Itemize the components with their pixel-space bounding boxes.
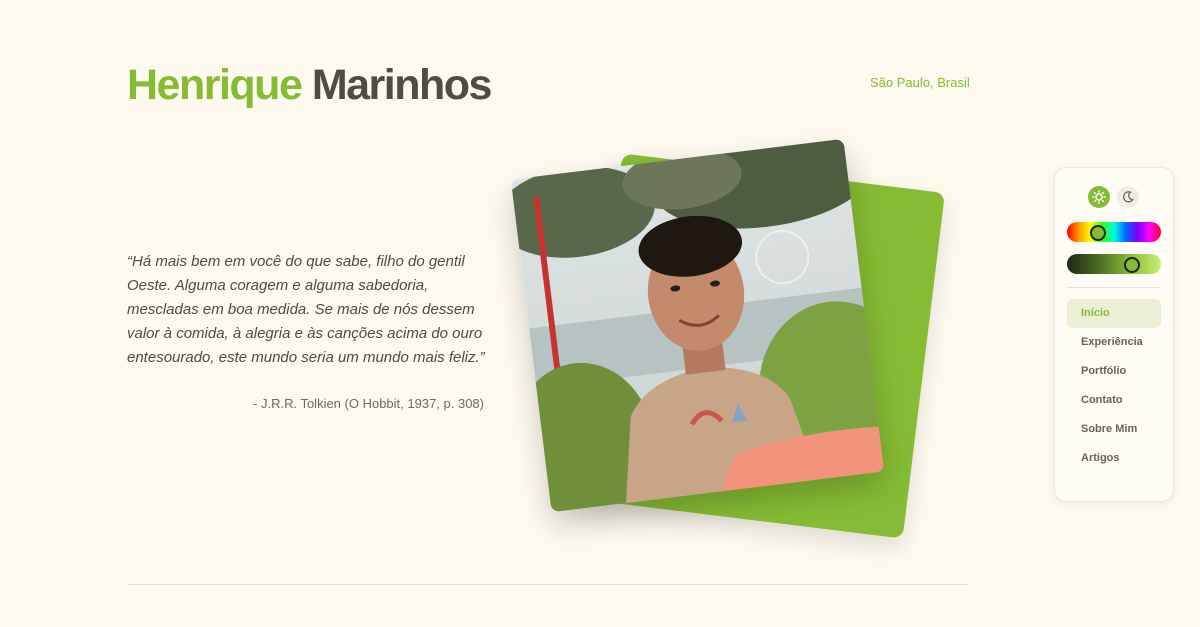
nav-item-artigos[interactable]: Artigos bbox=[1067, 444, 1161, 473]
hue-slider[interactable] bbox=[1067, 222, 1161, 242]
profile-photo bbox=[510, 138, 885, 513]
shade-slider[interactable] bbox=[1067, 254, 1161, 274]
profile-photo-illustration bbox=[510, 138, 885, 513]
hue-slider-handle[interactable] bbox=[1090, 225, 1107, 241]
panel-divider bbox=[1067, 287, 1161, 288]
shade-slider-handle[interactable] bbox=[1123, 257, 1140, 273]
nav-item-sobre-mim[interactable]: Sobre Mim bbox=[1067, 415, 1161, 444]
sun-icon bbox=[1092, 190, 1106, 204]
location-label: São Paulo, Brasil bbox=[870, 75, 970, 90]
dark-theme-button[interactable] bbox=[1117, 186, 1139, 208]
moon-icon bbox=[1122, 191, 1134, 203]
footer-divider bbox=[127, 584, 968, 585]
quote-text: “Há mais bem em você do que sabe, filho … bbox=[127, 253, 485, 366]
nav-item-inicio[interactable]: Início bbox=[1067, 299, 1161, 328]
theme-nav-panel: Início Experiência Portfólio Contato Sob… bbox=[1054, 167, 1174, 502]
nav-item-contato[interactable]: Contato bbox=[1067, 386, 1161, 415]
last-name: Marinhos bbox=[311, 61, 493, 109]
site-title: Henrique Marinhos bbox=[127, 60, 493, 110]
nav-item-experiencia[interactable]: Experiência bbox=[1067, 328, 1161, 357]
first-name: Henrique bbox=[127, 61, 303, 109]
nav-item-portfolio[interactable]: Portfólio bbox=[1067, 357, 1161, 386]
light-theme-button[interactable] bbox=[1088, 186, 1110, 208]
nav-menu: Início Experiência Portfólio Contato Sob… bbox=[1067, 299, 1161, 473]
quote-attribution: - J.R.R. Tolkien (O Hobbit, 1937, p. 308… bbox=[253, 396, 484, 411]
